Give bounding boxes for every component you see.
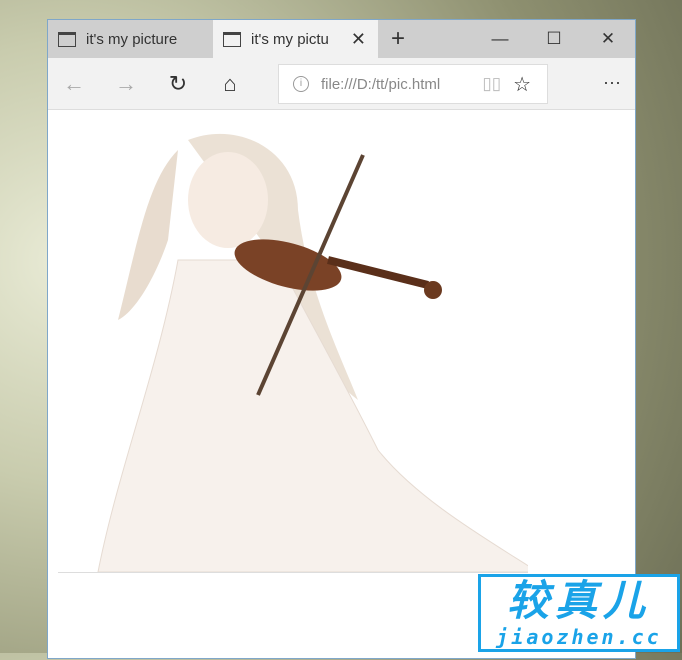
tab-title: it's my pictu [251, 30, 329, 48]
divider [58, 572, 528, 573]
favorite-star-icon[interactable]: ☆ [513, 72, 531, 97]
forward-button[interactable]: → [100, 71, 152, 97]
page-icon [58, 31, 76, 47]
new-tab-button[interactable]: + [378, 20, 418, 58]
maximize-button[interactable]: ☐ [527, 20, 581, 58]
nav-bar: ← → ↻ ⌂ i file:///D:/tt/pic.html ▯▯ ☆ ··… [48, 58, 635, 110]
tab-title: it's my picture [86, 30, 178, 48]
info-icon[interactable]: i [293, 76, 309, 92]
home-button[interactable]: ⌂ [204, 71, 256, 97]
back-button[interactable]: ← [48, 71, 100, 97]
watermark-en: jiaozhen.cc [496, 625, 662, 649]
more-menu-button[interactable]: ··· [603, 72, 621, 93]
browser-window: it's my picture it's my pictu ✕ + — ☐ ✕ ←… [47, 19, 636, 659]
tab-1[interactable]: it's my picture [48, 20, 213, 58]
reading-view-icon[interactable]: ▯▯ [482, 74, 501, 94]
violin-scroll [424, 281, 442, 299]
watermark-logo: 较真儿 jiaozhen.cc [478, 574, 680, 652]
violinist-illustration [97, 133, 528, 573]
watermark-cn: 较真儿 [506, 577, 651, 624]
violin-neck [327, 256, 429, 289]
tab-2[interactable]: it's my pictu ✕ [213, 20, 378, 58]
face [188, 152, 268, 248]
refresh-button[interactable]: ↻ [152, 71, 204, 97]
close-tab-icon[interactable]: ✕ [351, 29, 366, 50]
tab-bar: it's my picture it's my pictu ✕ + — ☐ ✕ [48, 20, 635, 58]
address-bar[interactable]: i file:///D:/tt/pic.html ▯▯ ☆ [278, 64, 548, 104]
hair-left [118, 150, 178, 320]
url-text[interactable]: file:///D:/tt/pic.html [321, 76, 440, 93]
close-window-button[interactable]: ✕ [581, 20, 635, 58]
minimize-button[interactable]: — [473, 20, 527, 58]
page-icon [223, 31, 241, 47]
